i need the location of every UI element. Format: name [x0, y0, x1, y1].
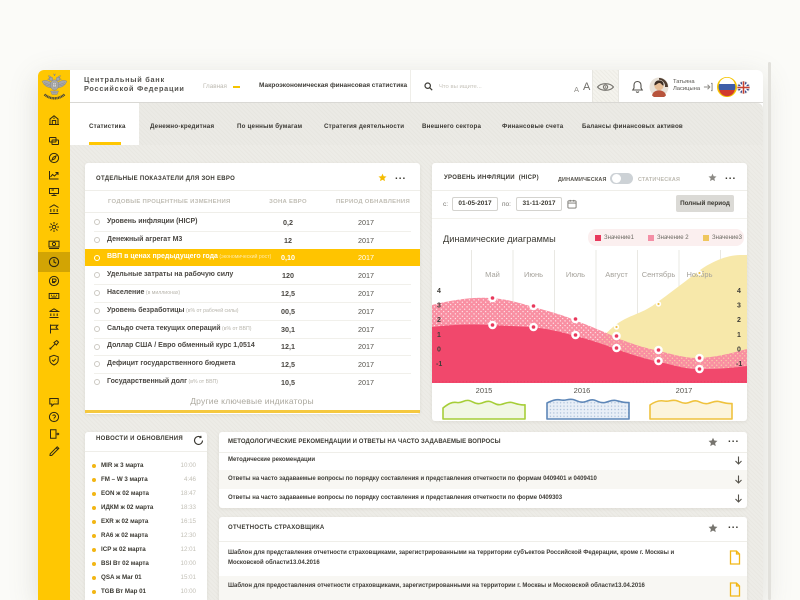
- svg-text:Июль: Июль: [566, 270, 585, 279]
- svg-text:2: 2: [437, 317, 441, 324]
- svg-text:3: 3: [737, 303, 741, 310]
- svg-text:2: 2: [737, 317, 741, 324]
- svg-text:1: 1: [437, 332, 441, 339]
- svg-text:4: 4: [737, 288, 741, 295]
- svg-text:0: 0: [737, 346, 741, 353]
- svg-text:Май: Май: [485, 270, 500, 279]
- svg-text:4: 4: [437, 288, 441, 295]
- svg-text:Июнь: Июнь: [524, 270, 543, 279]
- svg-text:-1: -1: [436, 361, 442, 368]
- svg-text:1: 1: [737, 332, 741, 339]
- svg-text:Сентябрь: Сентябрь: [642, 270, 676, 279]
- svg-text:0: 0: [437, 346, 441, 353]
- svg-text:-1: -1: [736, 361, 742, 368]
- svg-text:Август: Август: [605, 270, 628, 279]
- svg-text:3: 3: [437, 303, 441, 310]
